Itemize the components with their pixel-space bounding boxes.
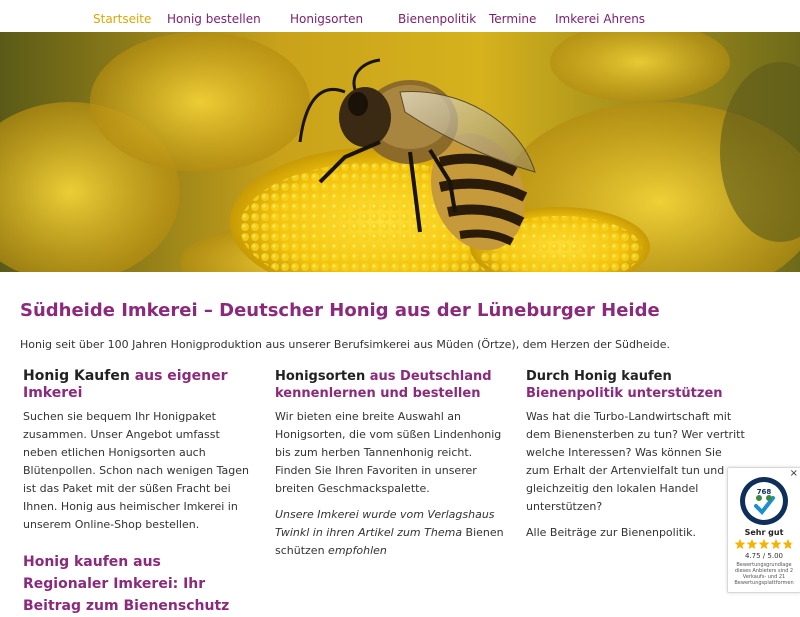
intro-text: Honig seit über 100 Jahren Honigprodukti…: [20, 338, 670, 351]
star-filled: [746, 539, 758, 549]
column-bienenpolitik: Durch Honig kaufen Bienenpolitik unterst…: [526, 368, 746, 550]
nav-item-bienenpolitik[interactable]: Bienenpolitik: [398, 12, 476, 26]
star-filled: [770, 539, 782, 549]
star-filled: [734, 539, 746, 549]
column-text: Was hat die Turbo-Landwirtschaft mit dem…: [526, 410, 745, 513]
rating-word: Sehr gut: [744, 528, 784, 537]
column-heading: Honigsorten aus Deutschland kennenlernen…: [275, 368, 511, 402]
heading-accent-link[interactable]: Bienenpolitik unterstützen: [526, 386, 723, 401]
column-heading: Durch Honig kaufen Bienenpolitik unterst…: [526, 368, 746, 402]
bienenpolitik-link[interactable]: Alle Beiträge zur Bienenpolitik.: [526, 524, 746, 542]
trust-seal-icon: 768: [740, 477, 788, 525]
rating-stars: [734, 539, 794, 549]
heading-plain: Durch Honig kaufen: [526, 369, 672, 384]
nav-item-startseite[interactable]: Startseite: [93, 12, 151, 26]
heading-plain: Honigsorten: [275, 369, 366, 384]
column-heading: Honig Kaufen aus eigener Imkerei: [23, 368, 249, 402]
main-navigation: Startseite Honig bestellen Honigsorten B…: [0, 0, 800, 32]
rating-score: 4.75 / 5.00: [745, 552, 783, 560]
nav-item-termine[interactable]: Termine: [489, 12, 536, 26]
column-text: Suchen sie bequem Ihr Honigpaket zusamme…: [23, 410, 249, 531]
review-count: 768: [757, 488, 772, 496]
close-icon[interactable]: ×: [790, 468, 798, 479]
heading-plain: Honig Kaufen: [23, 368, 130, 384]
nav-item-honig-bestellen[interactable]: Honig bestellen: [167, 12, 261, 26]
rating-basis-text: Bewertungsgrundlage dieses Anbieters sin…: [734, 562, 794, 586]
page-title: Südheide Imkerei – Deutscher Honig aus d…: [20, 300, 660, 321]
quote-end: empfohlen: [328, 544, 387, 557]
star-filled: [758, 539, 770, 549]
nav-item-imkerei-ahrens[interactable]: Imkerei Ahrens: [555, 12, 645, 26]
hero-image: [0, 32, 800, 272]
nav-item-honigsorten[interactable]: Honigsorten: [290, 12, 363, 26]
column-honigsorten: Honigsorten aus Deutschland kennenlernen…: [275, 368, 511, 568]
quote-text: Unsere Imkerei wurde vom Verlagshaus Twi…: [275, 506, 511, 560]
column-honig-kaufen: Honig Kaufen aus eigener Imkerei Suchen …: [23, 368, 249, 542]
column-text: Wir bieten eine breite Auswahl an Honigs…: [275, 410, 502, 495]
section-heading-regionale-imkerei: Honig kaufen aus Regionaler Imkerei: Ihr…: [23, 554, 230, 614]
trust-badge-widget[interactable]: × 768 Sehr gut 4.75 / 5.00 Bewertungsgru…: [727, 467, 800, 593]
